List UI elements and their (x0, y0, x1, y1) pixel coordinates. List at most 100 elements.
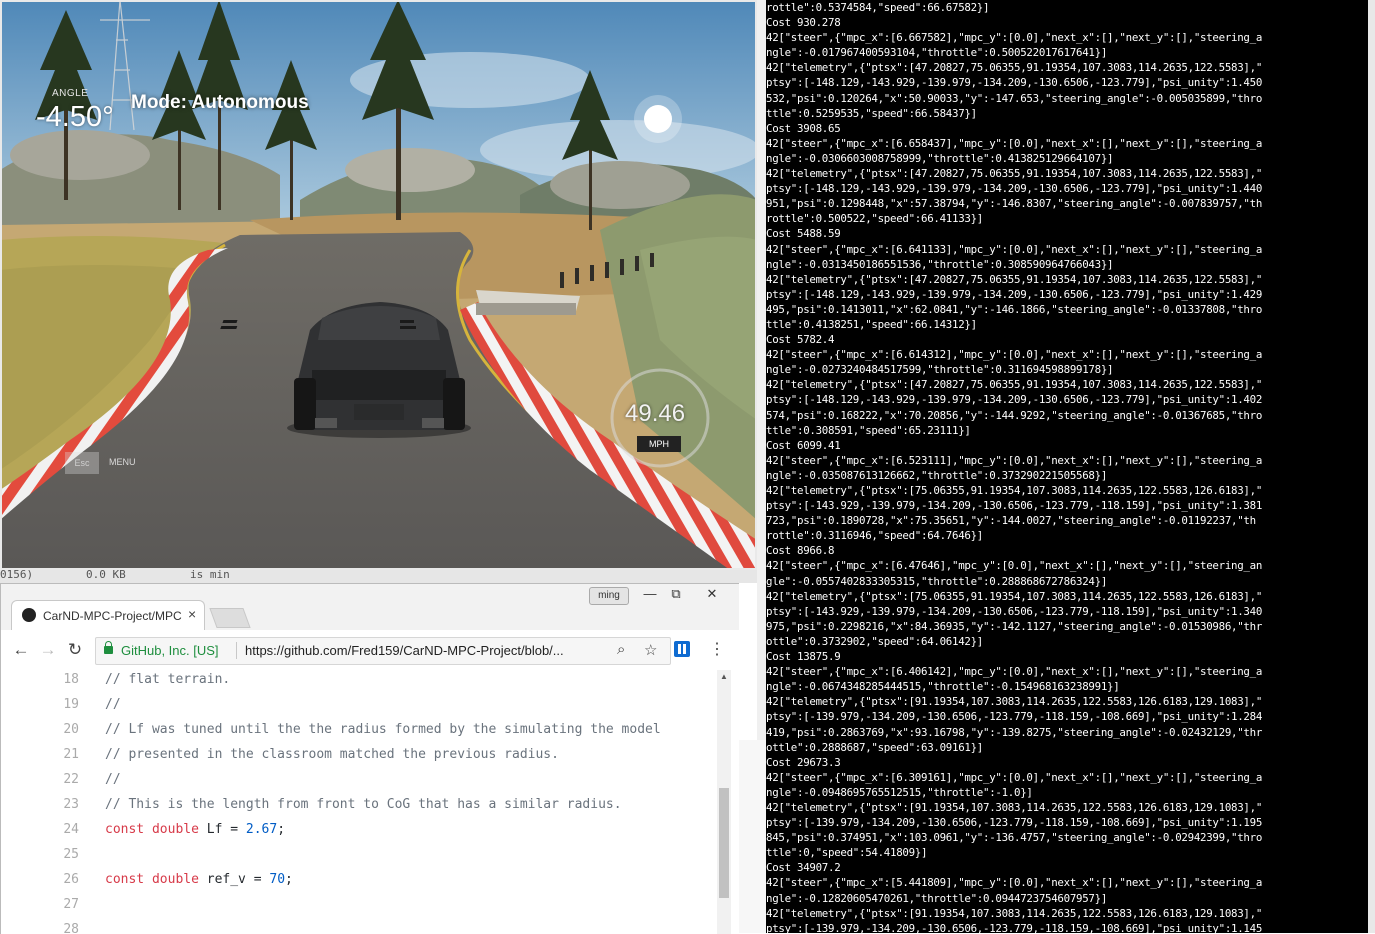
browser-titlebar[interactable]: CarND-MPC-Project/MPC × ming — ⧉ ✕ (1, 584, 739, 630)
line-number[interactable]: 27 (29, 892, 79, 917)
scrollbar-thumb[interactable] (719, 788, 729, 898)
terminal-line: Cost 5488.59 (766, 227, 841, 241)
speedometer-value: 49.46 (625, 400, 686, 427)
line-number[interactable]: 18 (29, 667, 79, 692)
code-view: 18 // flat terrain. 19 // 20 // Lf was tuned … (1, 670, 739, 934)
back-arrow-icon[interactable]: ← (11, 640, 31, 660)
terminal-line: 42["steer",{"mpc_x":[6.667582],"mpc_y":[… (766, 31, 1263, 45)
terminal-line: 42["steer",{"mpc_x":[6.614312],"mpc_y":[… (766, 348, 1263, 362)
code-punctuation: ; (277, 822, 286, 837)
browser-tab-active[interactable]: CarND-MPC-Project/MPC × (11, 600, 205, 630)
trello-extension-icon[interactable] (674, 641, 690, 657)
terminal-line: ngle":-0.035087613126662,"throttle":0.37… (766, 468, 1108, 482)
line-number[interactable]: 20 (29, 717, 79, 742)
terminal-output: rottle":0.5374584,"speed":66.67582}] Cost… (766, 0, 1375, 933)
code-keyword: const double (105, 822, 199, 837)
terminal-line: 723,"psi":0.1890728,"x":75.35651,"y":-14… (766, 514, 1256, 528)
terminal-line: ptsy":[-148.129,-143.929,-139.979,-134.2… (766, 393, 1263, 407)
close-window-button[interactable]: ✕ (697, 584, 727, 604)
line-number[interactable]: 19 (29, 692, 79, 717)
line-number[interactable]: 22 (29, 767, 79, 792)
terminal-line: ptsy":[-143.929,-139.979,-134.209,-130.6… (766, 604, 1263, 618)
terminal-line: Cost 5782.4 (766, 333, 835, 347)
background-window-edge (739, 740, 766, 933)
scroll-up-icon[interactable]: ▲ (720, 672, 728, 681)
code-line: 26 const double ref_v = 70; (1, 867, 717, 892)
menu-label[interactable]: MENU (109, 457, 136, 467)
code-text: // This is the length from front to CoG … (105, 797, 622, 812)
terminal-line: ttle":0.5259535,"speed":66.58437}] (766, 106, 977, 120)
terminal-window[interactable]: rottle":0.5374584,"speed":66.67582}] Cost… (766, 0, 1375, 933)
code-line: 28 (1, 917, 717, 934)
tab-close-icon[interactable]: × (188, 606, 196, 622)
terminal-line: ptsy":[-148.129,-143.929,-139.979,-134.2… (766, 76, 1263, 90)
code-text: // (105, 697, 121, 712)
restore-button[interactable]: ⧉ (661, 584, 691, 604)
line-number[interactable]: 28 (29, 917, 79, 934)
url-text[interactable]: https://github.com/Fred159/CarND-MPC-Pro… (245, 643, 605, 658)
terminal-scrollbar[interactable] (1368, 0, 1375, 933)
drive-mode-label: Mode: Autonomous (131, 92, 309, 113)
terminal-line: Cost 13875.9 (766, 650, 841, 664)
site-identity: GitHub, Inc. [US] (121, 643, 219, 658)
background-fragment: 0156) (0, 570, 34, 581)
terminal-line: 42["steer",{"mpc_x":[6.47646],"mpc_y":[0… (766, 559, 1263, 573)
code-text: // (105, 772, 121, 787)
speed-unit-badge: MPH (637, 436, 681, 452)
forward-arrow-icon[interactable]: → (38, 640, 58, 660)
terminal-line: rottle":0.500522,"speed":66.41133}] (766, 212, 984, 226)
terminal-line: 975,"psi":0.2298216,"x":84.36935,"y":-14… (766, 619, 1263, 633)
code-identifier: Lf = (198, 822, 246, 837)
terminal-line: ptsy":[-139.979,-134.209,-130.6506,-123.… (766, 921, 1263, 933)
code-text: const double Lf = 2.67; (105, 817, 285, 842)
terminal-line: ngle":-0.0674348285444515,"throttle":-0.… (766, 680, 1120, 694)
code-text: const double ref_v = 70; (105, 867, 293, 892)
zoom-icon[interactable]: ⌕ (617, 641, 625, 658)
terminal-line: gle":-0.0557402833305315,"throttle":0.28… (766, 574, 1108, 588)
terminal-line: 495,"psi":0.1413011,"x":62.0841,"y":-146… (766, 302, 1263, 316)
terminal-line: 42["steer",{"mpc_x":[6.641133],"mpc_y":[… (766, 242, 1263, 256)
profile-badge[interactable]: ming (589, 587, 629, 605)
code-line: 24 const double Lf = 2.67; (1, 817, 717, 842)
simulator-window[interactable]: ANGLE -4.50° Mode: Autonomous 49.46 MPH … (0, 0, 757, 570)
terminal-line: ngle":-0.0313450186551536,"throttle":0.3… (766, 257, 1114, 271)
terminal-line: 42["telemetry",{"ptsx":[91.19354,107.308… (766, 695, 1263, 709)
code-line: 20 // Lf was tuned until the the radius f… (1, 717, 717, 742)
code-text: // presented in the classroom matched th… (105, 747, 559, 762)
background-fragment: 0.0 KB (86, 570, 126, 581)
code-number: 70 (269, 872, 286, 887)
terminal-line: 42["telemetry",{"ptsx":[91.19354,107.308… (766, 906, 1263, 920)
browser-window[interactable]: CarND-MPC-Project/MPC × ming — ⧉ ✕ ← → ↻… (0, 583, 739, 934)
code-text: // Lf was tuned until the the radius for… (105, 722, 661, 737)
terminal-line: 42["telemetry",{"ptsx":[47.20827,75.0635… (766, 272, 1263, 286)
code-line: 27 (1, 892, 717, 917)
terminal-line: 42["telemetry",{"ptsx":[91.19354,107.308… (766, 800, 1263, 814)
line-number[interactable]: 24 (29, 817, 79, 842)
line-number[interactable]: 21 (29, 742, 79, 767)
code-scrollbar[interactable]: ▲ (717, 670, 731, 934)
reload-icon[interactable]: ↻ (65, 640, 85, 660)
terminal-line: 42["telemetry",{"ptsx":[47.20827,75.0635… (766, 167, 1263, 181)
line-number[interactable]: 25 (29, 842, 79, 867)
line-number[interactable]: 26 (29, 867, 79, 892)
terminal-line: ottle":0.3732902,"speed":64.06142}] (766, 634, 984, 648)
esc-button[interactable]: Esc (65, 452, 99, 474)
terminal-line: ttle":0.4138251,"speed":66.14312}] (766, 317, 977, 331)
new-tab-button[interactable] (209, 608, 251, 628)
terminal-line: ttle":0.308591,"speed":65.23111}] (766, 423, 971, 437)
browser-menu-icon[interactable]: ⋮ (709, 639, 725, 659)
terminal-line: 42["telemetry",{"ptsx":[75.06355,91.1935… (766, 484, 1263, 497)
bookmark-star-icon[interactable]: ☆ (644, 641, 657, 659)
terminal-line: ptsy":[-143.929,-139.979,-134.209,-130.6… (766, 499, 1263, 513)
terminal-line: ptsy":[-148.129,-143.929,-139.979,-134.2… (766, 182, 1263, 196)
code-line: 19 // (1, 692, 717, 717)
terminal-line: 42["steer",{"mpc_x":[6.523111],"mpc_y":[… (766, 453, 1263, 467)
terminal-line: 42["steer",{"mpc_x":[6.406142],"mpc_y":[… (766, 665, 1263, 679)
code-keyword: const double (105, 872, 199, 887)
line-number[interactable]: 23 (29, 792, 79, 817)
address-bar[interactable]: GitHub, Inc. [US] https://github.com/Fre… (95, 637, 671, 665)
code-line: 21 // presented in the classroom matched … (1, 742, 717, 767)
terminal-line: Cost 6099.41 (766, 438, 841, 452)
terminal-line: 845,"psi":0.374951,"x":103.0961,"y":-136… (766, 831, 1263, 845)
terminal-line: ottle":0.2888687,"speed":63.09161}] (766, 740, 984, 754)
